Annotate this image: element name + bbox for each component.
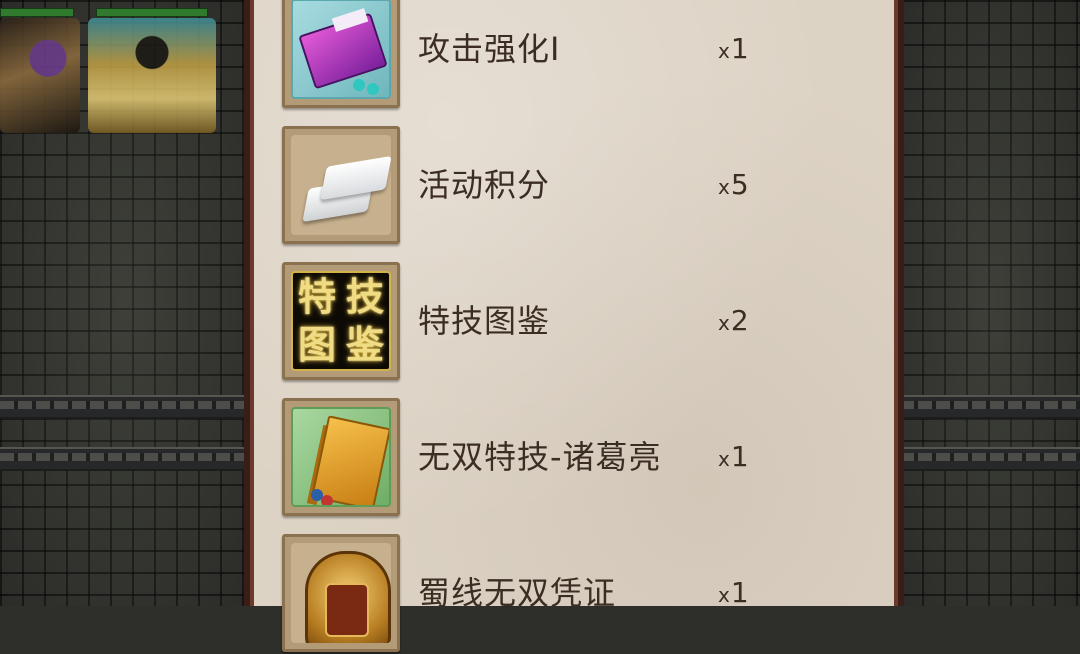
reward-item[interactable]: 无双特技-诸葛亮 x1 [254, 398, 894, 518]
reward-list-panel: 攻击强化I x1 活动积分 x5 特技图鉴 特技图鉴 x2 无双特技-诸葛亮 x… [244, 0, 904, 652]
hero-health-bar [0, 8, 74, 17]
reward-item[interactable]: 攻击强化I x1 [254, 0, 894, 110]
wall-ledge [900, 395, 1080, 419]
reward-item[interactable]: 蜀线无双凭证 x1 [254, 534, 894, 654]
reward-item-name: 蜀线无双凭证 [418, 574, 617, 612]
strategy-book-icon [291, 0, 391, 99]
wall-ledge [0, 447, 245, 471]
reward-item[interactable]: 活动积分 x5 [254, 126, 894, 246]
silver-ingot-icon [291, 135, 391, 235]
reward-item-slot[interactable] [282, 398, 400, 516]
wall-ledge [0, 395, 245, 419]
shu-token-icon [291, 543, 391, 643]
hero-health-bar [96, 8, 208, 17]
reward-item-slot[interactable] [282, 534, 400, 652]
reward-item-name: 攻击强化I [418, 30, 561, 68]
reward-item-quantity: x5 [718, 168, 749, 201]
reward-item-name: 特技图鉴 [418, 302, 551, 340]
reward-item-slot[interactable] [282, 126, 400, 244]
reward-item-quantity: x1 [718, 32, 749, 65]
reward-item-quantity: x1 [718, 576, 749, 609]
reward-item-slot[interactable] [282, 0, 400, 108]
reward-item-quantity: x1 [718, 440, 749, 473]
reward-item-quantity: x2 [718, 304, 749, 337]
reward-item-name: 活动积分 [418, 166, 551, 204]
hero-sprite[interactable] [0, 18, 80, 133]
hero-sprite-zhuge-liang[interactable] [88, 18, 216, 133]
skill-manual-icon: 特技图鉴 [291, 271, 391, 371]
reward-list-paper[interactable]: 攻击强化I x1 活动积分 x5 特技图鉴 特技图鉴 x2 无双特技-诸葛亮 x… [254, 0, 894, 652]
unique-skill-tome-icon [291, 407, 391, 507]
wall-ledge [900, 447, 1080, 471]
reward-item-slot[interactable]: 特技图鉴 [282, 262, 400, 380]
reward-item[interactable]: 特技图鉴 特技图鉴 x2 [254, 262, 894, 382]
reward-item-name: 无双特技-诸葛亮 [418, 438, 662, 476]
dungeon-wall-right [900, 0, 1080, 606]
